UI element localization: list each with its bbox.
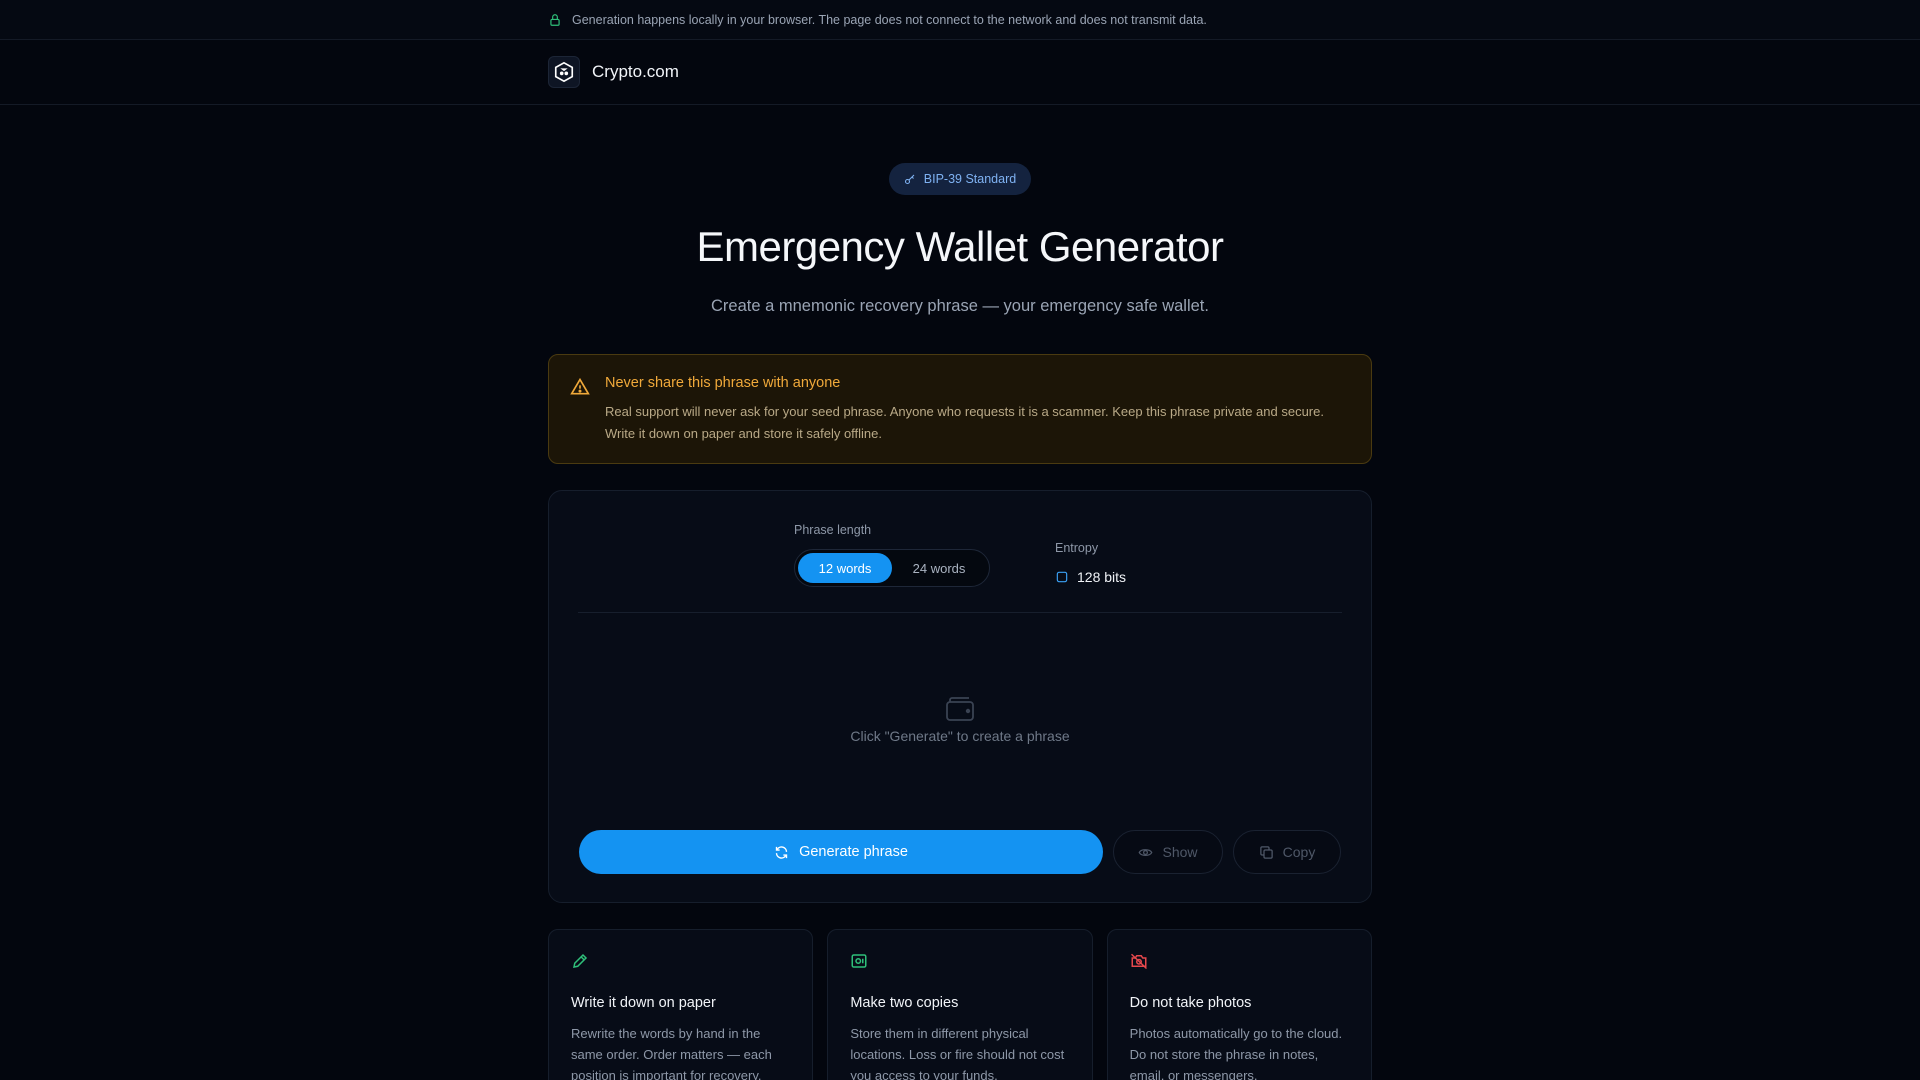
generator-card: Phrase length 12 words 24 words Entropy …: [548, 490, 1372, 903]
option-12-words[interactable]: 12 words: [798, 553, 892, 583]
copy-icon: [1259, 845, 1273, 859]
warning-title: Never share this phrase with anyone: [605, 375, 841, 391]
chip-icon: [1056, 571, 1068, 583]
logo-icon: [554, 61, 574, 83]
empty-state: Click "Generate" to create a phrase: [549, 696, 1371, 744]
security-notice-bar: Generation happens locally in your brows…: [0, 0, 1920, 40]
warning-triangle-icon: [570, 377, 590, 395]
lock-icon: [550, 13, 560, 26]
tip-title: Make two copies: [850, 995, 959, 1011]
page-subtitle: Create a mnemonic recovery phrase — your…: [711, 297, 1209, 315]
generate-phrase-button[interactable]: Generate phrase: [579, 830, 1103, 874]
copy-button[interactable]: Copy: [1233, 830, 1341, 874]
refresh-icon: [775, 845, 788, 859]
phrase-length-toggle: 12 words 24 words: [794, 549, 990, 587]
entropy-value: 128 bits: [1077, 569, 1127, 585]
security-notice-text: Generation happens locally in your brows…: [572, 12, 1207, 27]
copy-label: Copy: [1282, 844, 1316, 860]
option-24-words[interactable]: 24 words: [892, 553, 986, 583]
warning-text: Real support will never ask for your see…: [605, 404, 1324, 441]
safe-icon: [851, 954, 867, 968]
tip-title: Do not take photos: [1129, 995, 1252, 1011]
hero-section: BIP-39 Standard Emergency Wallet Generat…: [548, 105, 1372, 316]
tips-row: Write it down on paper Rewrite the words…: [548, 929, 1372, 1080]
tip-text: Photos automatically go to the cloud. Do…: [1129, 1026, 1343, 1080]
wallet-icon: [946, 697, 974, 721]
crypto-com-logo[interactable]: [548, 56, 580, 88]
badge-label: BIP-39 Standard: [923, 172, 1017, 186]
tip-card-copies: Make two copies Store them in different …: [827, 929, 1093, 1080]
divider: [578, 612, 1342, 613]
warning-banner: Never share this phrase with anyone Real…: [548, 354, 1372, 464]
bip39-badge: BIP-39 Standard: [888, 163, 1032, 195]
entropy-label: Entropy: [1055, 541, 1099, 555]
empty-hint: Click "Generate" to create a phrase: [850, 728, 1070, 744]
show-button[interactable]: Show: [1113, 830, 1223, 874]
eye-icon: [1139, 848, 1153, 856]
key-icon: [904, 174, 915, 185]
page-title: Emergency Wallet Generator: [696, 223, 1225, 270]
entropy-value-row: 128 bits: [1055, 569, 1126, 585]
pencil-icon: [573, 953, 588, 968]
generator-controls: Phrase length 12 words 24 words Entropy …: [549, 491, 1371, 613]
generate-label: Generate phrase: [799, 844, 908, 860]
brand-name[interactable]: Crypto.com: [592, 62, 679, 82]
tip-text: Rewrite the words by hand in the same or…: [571, 1026, 772, 1080]
phrase-length-label: Phrase length: [794, 523, 872, 537]
no-camera-icon: [1130, 953, 1147, 970]
site-header: Crypto.com: [0, 40, 1920, 105]
action-bar: Generate phrase Show Copy: [579, 830, 1341, 874]
tip-card-write: Write it down on paper Rewrite the words…: [548, 929, 814, 1080]
tip-title: Write it down on paper: [571, 995, 716, 1011]
tip-card-no-photos: Do not take photos Photos automatically …: [1106, 929, 1372, 1080]
show-label: Show: [1162, 844, 1198, 860]
tip-text: Store them in different physical locatio…: [850, 1026, 1065, 1080]
